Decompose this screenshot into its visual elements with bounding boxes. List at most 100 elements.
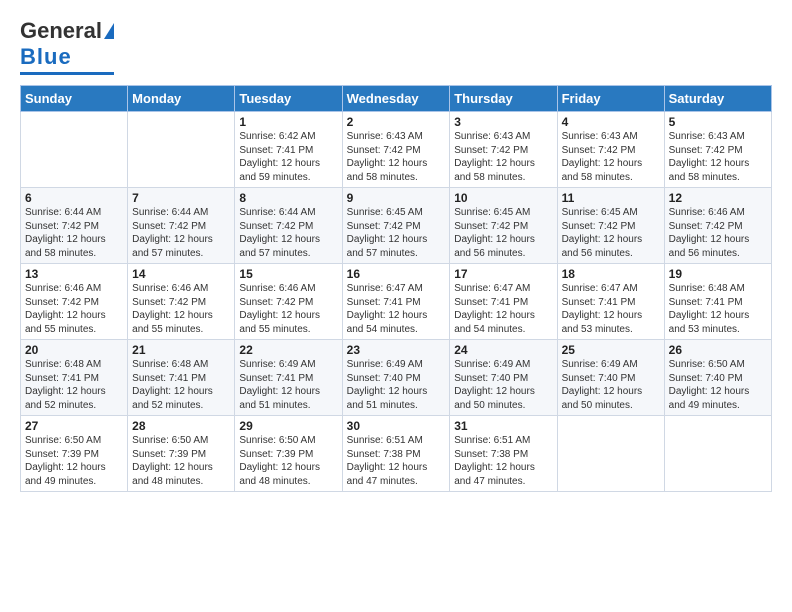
day-number: 25 [562,343,660,357]
day-number: 7 [132,191,230,205]
page: General Blue SundayMondayTuesdayWednesda… [0,0,792,612]
day-detail: Sunrise: 6:43 AMSunset: 7:42 PMDaylight:… [669,130,767,184]
day-detail: Sunrise: 6:43 AMSunset: 7:42 PMDaylight:… [562,130,660,184]
day-number: 29 [239,419,337,433]
calendar-cell: 27Sunrise: 6:50 AMSunset: 7:39 PMDayligh… [21,416,128,492]
calendar-week-row: 6 Sunrise: 6:44 AMSunset: 7:42 PMDaylight… [21,188,772,264]
day-detail: Sunrise: 6:47 AMSunset: 7:41 PMDaylight:… [454,282,552,336]
day-detail: Sunrise: 6:51 AMSunset: 7:38 PMDaylight:… [347,434,446,488]
calendar-header-thursday: Thursday [450,86,557,112]
calendar-cell [21,112,128,188]
day-detail: Sunrise: 6:46 AMSunset: 7:42 PMDaylight:… [25,282,123,336]
calendar-cell: 15Sunrise: 6:46 AMSunset: 7:42 PMDayligh… [235,264,342,340]
calendar-header-sunday: Sunday [21,86,128,112]
day-detail: Sunrise: 6:48 AMSunset: 7:41 PMDaylight:… [25,358,123,412]
day-detail: Sunrise: 6:50 AMSunset: 7:39 PMDaylight:… [132,434,230,488]
day-number: 27 [25,419,123,433]
calendar-cell: 29Sunrise: 6:50 AMSunset: 7:39 PMDayligh… [235,416,342,492]
day-number: 10 [454,191,552,205]
calendar-cell: 31Sunrise: 6:51 AMSunset: 7:38 PMDayligh… [450,416,557,492]
day-detail: Sunrise: 6:43 AMSunset: 7:42 PMDaylight:… [454,130,552,184]
day-number: 31 [454,419,552,433]
calendar-cell: 30Sunrise: 6:51 AMSunset: 7:38 PMDayligh… [342,416,450,492]
day-detail: Sunrise: 6:49 AMSunset: 7:40 PMDaylight:… [562,358,660,412]
day-detail: Sunrise: 6:48 AMSunset: 7:41 PMDaylight:… [669,282,767,336]
day-detail: Sunrise: 6:48 AMSunset: 7:41 PMDaylight:… [132,358,230,412]
day-detail: Sunrise: 6:47 AMSunset: 7:41 PMDaylight:… [347,282,446,336]
calendar-cell: 4Sunrise: 6:43 AMSunset: 7:42 PMDaylight… [557,112,664,188]
day-detail: Sunrise: 6:50 AMSunset: 7:40 PMDaylight:… [669,358,767,412]
calendar-cell: 3Sunrise: 6:43 AMSunset: 7:42 PMDaylight… [450,112,557,188]
day-number: 15 [239,267,337,281]
calendar-cell: 26Sunrise: 6:50 AMSunset: 7:40 PMDayligh… [664,340,771,416]
day-number: 17 [454,267,552,281]
logo: General Blue [20,18,114,75]
day-detail: Sunrise: 6:44 AMSunset: 7:42 PMDaylight:… [239,206,337,260]
calendar-cell: 24Sunrise: 6:49 AMSunset: 7:40 PMDayligh… [450,340,557,416]
logo-underline [20,72,114,75]
day-number: 16 [347,267,446,281]
day-detail: Sunrise: 6:45 AMSunset: 7:42 PMDaylight:… [562,206,660,260]
calendar-cell: 5Sunrise: 6:43 AMSunset: 7:42 PMDaylight… [664,112,771,188]
calendar-cell: 7Sunrise: 6:44 AMSunset: 7:42 PMDaylight… [128,188,235,264]
day-number: 23 [347,343,446,357]
day-number: 21 [132,343,230,357]
calendar-header-tuesday: Tuesday [235,86,342,112]
calendar-cell [128,112,235,188]
calendar-header-friday: Friday [557,86,664,112]
day-number: 14 [132,267,230,281]
calendar-cell [664,416,771,492]
day-detail: Sunrise: 6:49 AMSunset: 7:40 PMDaylight:… [347,358,446,412]
calendar-cell: 1Sunrise: 6:42 AMSunset: 7:41 PMDaylight… [235,112,342,188]
day-number: 2 [347,115,446,129]
day-detail: Sunrise: 6:50 AMSunset: 7:39 PMDaylight:… [25,434,123,488]
calendar-cell: 8Sunrise: 6:44 AMSunset: 7:42 PMDaylight… [235,188,342,264]
day-number: 26 [669,343,767,357]
day-number: 19 [669,267,767,281]
calendar-cell: 22Sunrise: 6:49 AMSunset: 7:41 PMDayligh… [235,340,342,416]
day-detail: Sunrise: 6:49 AMSunset: 7:41 PMDaylight:… [239,358,337,412]
calendar-header-row: SundayMondayTuesdayWednesdayThursdayFrid… [21,86,772,112]
day-detail: Sunrise: 6:45 AMSunset: 7:42 PMDaylight:… [347,206,446,260]
day-number: 4 [562,115,660,129]
day-detail: Sunrise: 6:49 AMSunset: 7:40 PMDaylight:… [454,358,552,412]
calendar-cell: 13Sunrise: 6:46 AMSunset: 7:42 PMDayligh… [21,264,128,340]
header: General Blue [20,18,772,75]
day-detail: Sunrise: 6:43 AMSunset: 7:42 PMDaylight:… [347,130,446,184]
day-detail: Sunrise: 6:51 AMSunset: 7:38 PMDaylight:… [454,434,552,488]
day-number: 13 [25,267,123,281]
day-detail: Sunrise: 6:44 AMSunset: 7:42 PMDaylight:… [132,206,230,260]
day-number: 30 [347,419,446,433]
calendar-cell: 10Sunrise: 6:45 AMSunset: 7:42 PMDayligh… [450,188,557,264]
day-number: 22 [239,343,337,357]
day-number: 11 [562,191,660,205]
calendar-header-saturday: Saturday [664,86,771,112]
day-detail: Sunrise: 6:46 AMSunset: 7:42 PMDaylight:… [669,206,767,260]
calendar-cell: 18Sunrise: 6:47 AMSunset: 7:41 PMDayligh… [557,264,664,340]
calendar-cell: 12Sunrise: 6:46 AMSunset: 7:42 PMDayligh… [664,188,771,264]
calendar-cell: 19Sunrise: 6:48 AMSunset: 7:41 PMDayligh… [664,264,771,340]
day-number: 9 [347,191,446,205]
day-detail: Sunrise: 6:47 AMSunset: 7:41 PMDaylight:… [562,282,660,336]
day-number: 28 [132,419,230,433]
day-number: 1 [239,115,337,129]
calendar-cell [557,416,664,492]
logo-triangle-icon [104,23,114,39]
calendar-cell: 9Sunrise: 6:45 AMSunset: 7:42 PMDaylight… [342,188,450,264]
day-number: 18 [562,267,660,281]
day-number: 20 [25,343,123,357]
calendar-cell: 21Sunrise: 6:48 AMSunset: 7:41 PMDayligh… [128,340,235,416]
day-detail: Sunrise: 6:46 AMSunset: 7:42 PMDaylight:… [239,282,337,336]
day-number: 12 [669,191,767,205]
calendar-header-monday: Monday [128,86,235,112]
calendar-cell: 28Sunrise: 6:50 AMSunset: 7:39 PMDayligh… [128,416,235,492]
calendar-cell: 17Sunrise: 6:47 AMSunset: 7:41 PMDayligh… [450,264,557,340]
logo-general: General [20,18,102,44]
day-number: 3 [454,115,552,129]
day-number: 6 [25,191,123,205]
calendar-week-row: 20Sunrise: 6:48 AMSunset: 7:41 PMDayligh… [21,340,772,416]
calendar-cell: 20Sunrise: 6:48 AMSunset: 7:41 PMDayligh… [21,340,128,416]
day-detail: Sunrise: 6:50 AMSunset: 7:39 PMDaylight:… [239,434,337,488]
calendar-table: SundayMondayTuesdayWednesdayThursdayFrid… [20,85,772,492]
day-detail: Sunrise: 6:42 AMSunset: 7:41 PMDaylight:… [239,130,337,184]
